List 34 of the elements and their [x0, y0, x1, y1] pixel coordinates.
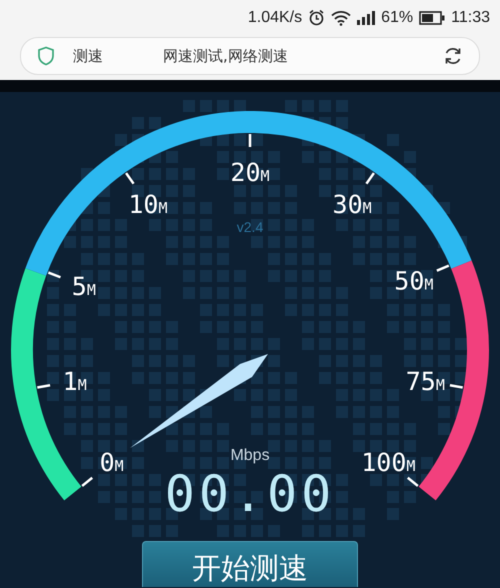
address-bar[interactable]: 测速 网速测试,网络测速: [20, 37, 480, 75]
shield-icon: [37, 46, 55, 66]
version-label: v2.4: [236, 219, 264, 235]
battery-percent: 61%: [381, 8, 414, 26]
start-test-button[interactable]: 开始测速: [142, 541, 358, 587]
scale-label: 100M: [361, 448, 416, 478]
scale-label: 75M: [406, 366, 445, 396]
gauge-tick: [48, 271, 61, 278]
speed-unit: Mbps: [230, 447, 270, 465]
gauge-tick: [81, 476, 94, 487]
alarm-icon: [308, 9, 326, 26]
scale-label: 10M: [128, 190, 168, 220]
scale-label: 0M: [100, 448, 124, 478]
gauge-tick: [125, 172, 135, 184]
scale-label: 20M: [230, 158, 270, 187]
gauge-tick: [436, 264, 450, 272]
network-speed: 1.04K/s: [248, 8, 302, 26]
scale-label: 5M: [72, 272, 96, 302]
signal-icon: [357, 10, 376, 24]
gauge-tick: [365, 172, 375, 184]
battery-icon: [419, 10, 446, 24]
speed-reading: 00.00: [164, 467, 336, 521]
gauge-tick: [450, 384, 463, 389]
refresh-icon[interactable]: [443, 46, 463, 66]
page-title: 网速测试,网络测速: [163, 46, 288, 66]
wifi-icon: [331, 10, 352, 26]
scale-label: 30M: [332, 190, 372, 220]
gauge-tick: [37, 384, 50, 389]
page-title: 测速: [73, 46, 103, 66]
scale-label: 50M: [394, 266, 434, 296]
scale-label: 1M: [62, 366, 87, 396]
gauge-tick: [406, 476, 419, 487]
gauge-tick: [248, 134, 252, 147]
clock-time: 11:33: [451, 8, 490, 26]
